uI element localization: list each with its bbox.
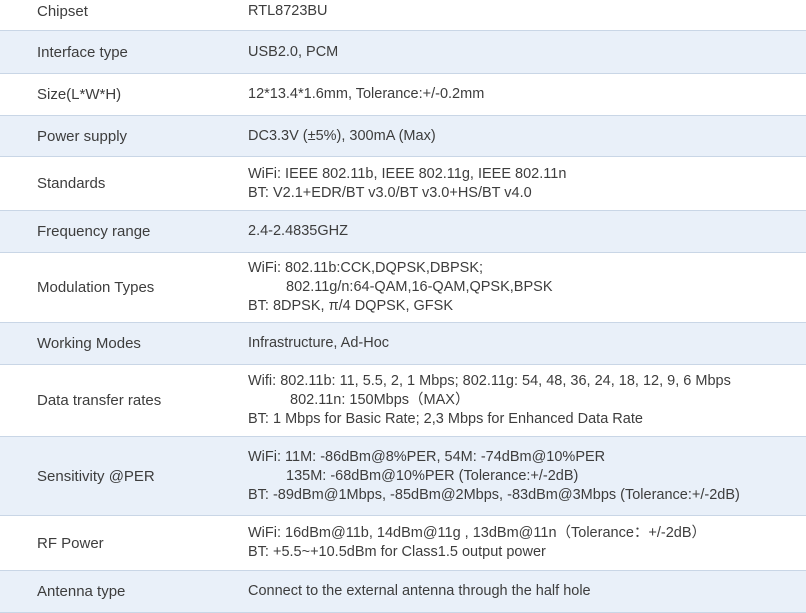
table-row-interface-type: Interface type USB2.0, PCM <box>0 31 806 74</box>
value-line: WiFi: 802.11b:CCK,DQPSK,DBPSK; <box>248 260 484 276</box>
row-value: WiFi: IEEE 802.11b, IEEE 802.11g, IEEE 8… <box>248 157 798 210</box>
value-line: Connect to the external antenna through … <box>248 583 591 599</box>
value-line: WiFi: 11M: -86dBm@8%PER, 54M: -74dBm@10%… <box>248 448 606 465</box>
row-label: RF Power <box>37 534 104 552</box>
row-value: Wifi: 802.11b: 11, 5.5, 2, 1 Mbps; 802.1… <box>248 365 798 436</box>
value-line: Infrastructure, Ad-Hoc <box>248 335 390 351</box>
row-value: USB2.0, PCM <box>248 31 798 73</box>
row-label: Chipset <box>37 2 88 20</box>
table-row-modulation-types: Modulation Types WiFi: 802.11b:CCK,DQPSK… <box>0 253 806 323</box>
value-line: BT: 1 Mbps for Basic Rate; 2,3 Mbps for … <box>248 411 643 427</box>
table-row-rf-power: RF Power WiFi: 16dBm@11b, 14dBm@11g , 13… <box>0 516 806 571</box>
row-label: Frequency range <box>37 223 151 240</box>
row-value: Connect to the external antenna through … <box>248 571 798 612</box>
table-row-power-supply: Power supply DC3.3V (±5%), 300mA (Max) <box>0 116 806 157</box>
row-label: Data transfer rates <box>37 392 162 409</box>
spec-table: Chipset RTL8723BU Interface type USB2.0,… <box>0 0 806 613</box>
row-value: DC3.3V (±5%), 300mA (Max) <box>248 116 798 156</box>
value-line: 2.4-2.4835GHZ <box>248 223 348 239</box>
value-line: WiFi: IEEE 802.11b, IEEE 802.11g, IEEE 8… <box>248 165 567 182</box>
value-line: 135M: -68dBm@10%PER (Tolerance:+/-2dB) <box>286 467 579 484</box>
row-label: Power supply <box>37 127 128 145</box>
row-value: WiFi: 802.11b:CCK,DQPSK,DBPSK; 802.11g/n… <box>248 253 798 322</box>
row-label: Modulation Types <box>37 279 155 296</box>
table-row-antenna-type: Antenna type Connect to the external ant… <box>0 571 806 613</box>
value-line: 12*13.4*1.6mm, Tolerance:+/-0.2mm <box>248 86 485 102</box>
row-value: WiFi: 16dBm@11b, 14dBm@11g , 13dBm@11n（T… <box>248 516 798 570</box>
row-value: RTL8723BU <box>248 0 798 30</box>
table-row-standards: Standards WiFi: IEEE 802.11b, IEEE 802.1… <box>0 157 806 211</box>
table-row-sensitivity-per: Sensitivity @PER WiFi: 11M: -86dBm@8%PER… <box>0 437 806 516</box>
value-line: USB2.0, PCM <box>248 43 339 60</box>
row-value: WiFi: 11M: -86dBm@8%PER, 54M: -74dBm@10%… <box>248 437 798 515</box>
row-label: Size(L*W*H) <box>37 86 122 103</box>
value-line: DC3.3V (±5%), 300mA (Max) <box>248 127 436 144</box>
table-row-chipset: Chipset RTL8723BU <box>0 0 806 31</box>
row-value: Infrastructure, Ad-Hoc <box>248 323 798 364</box>
value-line: BT: -89dBm@1Mbps, -85dBm@2Mbps, -83dBm@3… <box>248 486 740 503</box>
row-label: Standards <box>37 175 106 192</box>
table-row-working-modes: Working Modes Infrastructure, Ad-Hoc <box>0 323 806 365</box>
row-label: Sensitivity @PER <box>37 467 155 485</box>
value-line: BT: V2.1+EDR/BT v3.0/BT v3.0+HS/BT v4.0 <box>248 184 532 201</box>
row-label: Antenna type <box>37 583 126 600</box>
table-row-frequency-range: Frequency range 2.4-2.4835GHZ <box>0 211 806 253</box>
value-line: 802.11g/n:64-QAM,16-QAM,QPSK,BPSK <box>286 279 553 295</box>
row-label: Interface type <box>37 43 128 61</box>
value-line: BT: +5.5~+10.5dBm for Class1.5 output po… <box>248 544 546 560</box>
row-value: 2.4-2.4835GHZ <box>248 211 798 252</box>
value-line: WiFi: 16dBm@11b, 14dBm@11g , 13dBm@11n（T… <box>248 525 707 541</box>
value-line: 802.11n: 150Mbps（MAX） <box>290 392 470 408</box>
row-label: Working Modes <box>37 335 141 352</box>
table-row-size: Size(L*W*H) 12*13.4*1.6mm, Tolerance:+/-… <box>0 74 806 116</box>
value-line: Wifi: 802.11b: 11, 5.5, 2, 1 Mbps; 802.1… <box>248 373 731 389</box>
value-line: RTL8723BU <box>248 2 328 19</box>
table-row-data-transfer-rates: Data transfer rates Wifi: 802.11b: 11, 5… <box>0 365 806 437</box>
row-value: 12*13.4*1.6mm, Tolerance:+/-0.2mm <box>248 74 798 115</box>
value-line: BT: 8DPSK, π/4 DQPSK, GFSK <box>248 298 454 314</box>
